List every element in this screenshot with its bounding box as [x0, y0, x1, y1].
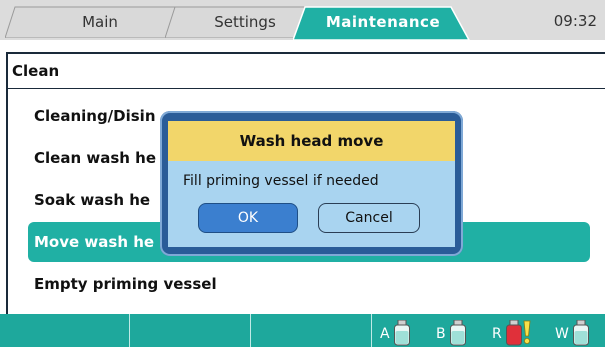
bottle-icon [449, 320, 466, 346]
bottle-icon [393, 320, 410, 346]
tab-bar: Main Settings Maintenance 09:32 [0, 0, 605, 40]
tab-settings-label: Settings [214, 13, 276, 31]
bottle-indicator-b-letter: B [436, 326, 446, 342]
bottle-indicator-b: B [436, 316, 467, 346]
bottle-indicator-r-letter: R [492, 326, 502, 342]
ok-button[interactable]: OK [198, 203, 298, 233]
warning-exclamation-icon [523, 320, 531, 344]
dialog-title: Wash head move [168, 121, 455, 161]
tab-main-label: Main [82, 13, 118, 31]
bottle-icon [572, 320, 589, 346]
bottle-indicator-a-letter: A [380, 326, 390, 342]
bottle-indicator-a: A [380, 316, 411, 346]
dialog-message: Fill priming vessel if needed [183, 173, 379, 189]
bottle-indicator-w: W [555, 316, 590, 346]
bottle-indicator-w-letter: W [555, 326, 569, 342]
panel-title: Clean [12, 62, 60, 80]
clock: 09:32 [553, 12, 597, 30]
bottle-indicator-r: R [492, 316, 533, 346]
tab-maintenance[interactable]: Maintenance [293, 6, 473, 40]
wash-head-move-dialog: Wash head move Fill priming vessel if ne… [160, 111, 463, 256]
dialog-body: Fill priming vessel if needed OK Cancel [168, 161, 455, 247]
cancel-button[interactable]: Cancel [318, 203, 420, 233]
softkey-3[interactable] [251, 314, 372, 347]
softkey-1[interactable] [0, 314, 130, 347]
menu-item-empty-priming-vessel[interactable]: Empty priming vessel [28, 264, 590, 304]
tab-maintenance-label: Maintenance [325, 13, 441, 31]
panel-divider [8, 88, 605, 89]
status-bar: A B R W [0, 314, 605, 347]
softkey-2[interactable] [130, 314, 251, 347]
